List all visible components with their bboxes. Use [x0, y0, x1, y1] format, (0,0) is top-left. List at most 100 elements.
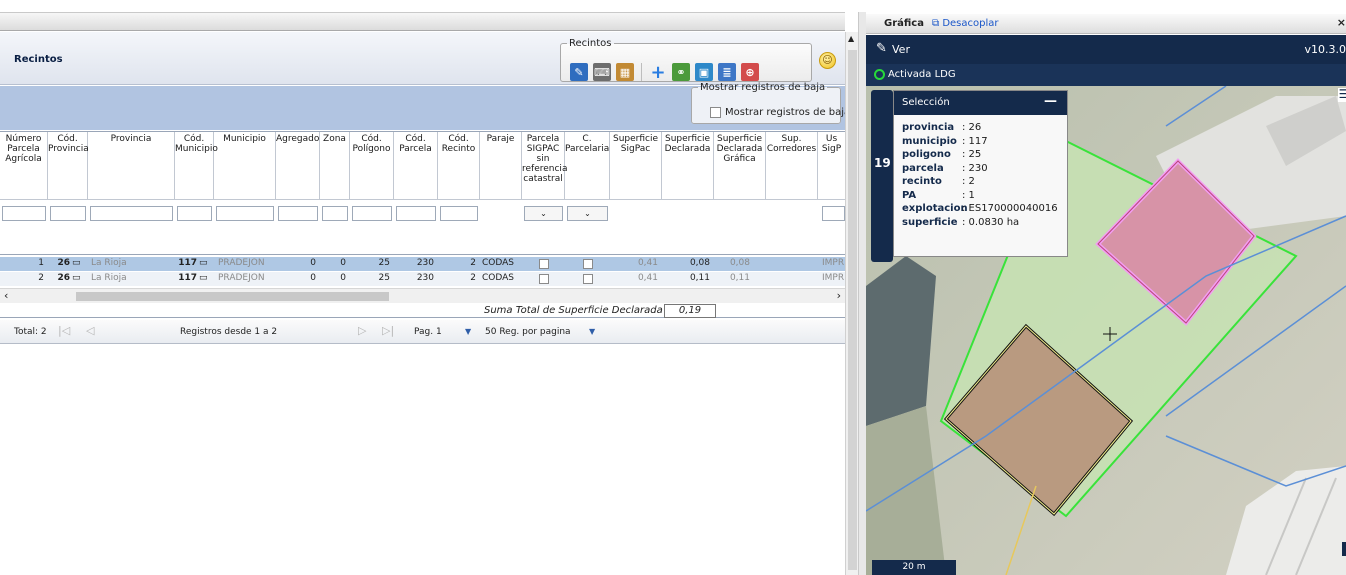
cell-parcela: 230 — [416, 258, 434, 268]
filter-poligono-input[interactable] — [352, 206, 392, 221]
side-tab-number: 19 — [874, 156, 891, 170]
grid-pager: Total: 2 |◁ ◁ Registros desde 1 a 2 ▷ ▷|… — [0, 320, 845, 344]
col-cod-parcela[interactable]: Cód. Parcela — [394, 132, 438, 200]
selection-panel: Selección — provincia: 26 municipio: 117… — [893, 90, 1068, 257]
filter-parcela-input[interactable] — [396, 206, 436, 221]
table-row[interactable]: 1 26 ▭ La Rioja 117 ▭ PRADEJON 0 0 25 23… — [0, 257, 845, 271]
col-cod-recinto[interactable]: Cód. Recinto — [438, 132, 480, 200]
filter-sigpac-select[interactable]: ⌄ — [524, 206, 563, 221]
map-menu-icon[interactable]: ☰ — [1338, 88, 1346, 102]
table-row[interactable]: 2 26 ▭ La Rioja 117 ▭ PRADEJON 0 0 25 23… — [0, 272, 845, 286]
last-page-icon[interactable]: ▷| — [382, 324, 394, 337]
scale-bar: 20 m — [872, 560, 956, 575]
sigpac-checkbox[interactable] — [539, 259, 549, 269]
cell-sup-sigpac: 0,41 — [637, 273, 658, 283]
add-icon[interactable]: + — [649, 62, 667, 83]
list-icon[interactable]: ≣ — [718, 63, 736, 81]
selection-header: Selección — — [894, 91, 1067, 115]
filter-recinto-input[interactable] — [440, 206, 478, 221]
col-zona[interactable]: Zona — [320, 132, 350, 200]
cell-cod-mun: 117 — [178, 273, 197, 283]
baja-checkbox[interactable] — [710, 106, 721, 118]
page-dropdown-icon[interactable]: ▼ — [465, 327, 471, 336]
mun-lookup-icon[interactable]: ▭ — [199, 273, 208, 283]
cell-sup-grafica: 0,08 — [729, 258, 750, 268]
edit-icon[interactable]: ✎ — [570, 63, 588, 81]
filter-provincia-input[interactable] — [90, 206, 173, 221]
ver-menu[interactable]: Ver — [892, 43, 910, 56]
prov-lookup-icon[interactable]: ▭ — [72, 273, 81, 283]
cell-sup-grafica: 0,11 — [729, 273, 750, 283]
col-superficie-sigpac[interactable]: Superficie SigPac — [610, 132, 662, 200]
col-parcela-sigpac[interactable]: Parcela SIGPAC sin referencia catastral — [522, 132, 567, 200]
scroll-right-icon[interactable]: › — [837, 289, 841, 302]
col-cod-poligono[interactable]: Cód. Polígono — [350, 132, 394, 200]
col-agregado[interactable]: Agregado — [276, 132, 320, 200]
cell-parcela: 230 — [416, 273, 434, 283]
panel-splitter[interactable] — [858, 12, 866, 575]
status-face-icon[interactable]: ☺ — [819, 52, 836, 69]
col-sup-corredores[interactable]: Sup. Corredores — [766, 132, 818, 200]
parcelaria-checkbox[interactable] — [583, 274, 593, 284]
toolbar-separator — [641, 63, 642, 81]
col-cod-municipio[interactable]: Cód. Municipio — [175, 132, 218, 200]
map-view[interactable]: 19 Selección — provincia: 26 municipio: … — [866, 86, 1346, 575]
selection-item: explotacion: ES170000040016 — [902, 203, 1058, 214]
cell-sup-declarada: 0,11 — [689, 273, 710, 283]
detach-label: Desacoplar — [942, 18, 999, 29]
building-shape — [866, 256, 936, 426]
keyboard-icon[interactable]: ⌨ — [593, 63, 611, 81]
zoom-icon[interactable]: ⊕ — [741, 63, 759, 81]
grid-horizontal-scrollbar[interactable]: ‹ › — [0, 288, 845, 303]
col-municipio[interactable]: Municipio — [214, 132, 276, 200]
col-superficie-declarada[interactable]: Superficie Declarada — [662, 132, 714, 200]
mun-lookup-icon[interactable]: ▭ — [199, 258, 208, 268]
scroll-up-icon[interactable]: ▲ — [848, 34, 854, 43]
map-edit-icon[interactable]: ▦ — [616, 63, 634, 81]
col-numero-parcela[interactable]: Número Parcela Agrícola — [0, 132, 48, 200]
col-uso-sigpac[interactable]: Us SigP — [818, 132, 845, 200]
filter-cod-municipio-input[interactable] — [177, 206, 212, 221]
filter-municipio-input[interactable] — [216, 206, 274, 221]
scroll-left-icon[interactable]: ‹ — [4, 289, 8, 302]
info-icon[interactable]: i — [1342, 542, 1346, 556]
filter-zona-input[interactable] — [322, 206, 348, 221]
filter-agregado-input[interactable] — [278, 206, 318, 221]
detach-link[interactable]: ⧉ Desacoplar — [932, 18, 999, 29]
first-page-icon[interactable]: |◁ — [58, 324, 70, 337]
grafica-title: Gráfica — [884, 18, 924, 29]
col-c-parcelaria[interactable]: C. Parcelaria — [565, 132, 610, 200]
cell-recinto: 2 — [470, 273, 476, 283]
filter-cod-provincia-input[interactable] — [50, 206, 86, 221]
cell-uso: IMPR — [822, 273, 845, 283]
vscroll-thumb[interactable] — [848, 50, 857, 570]
col-cod-provincia[interactable]: Cód. Provincia — [48, 132, 89, 200]
parcelaria-checkbox[interactable] — [583, 259, 593, 269]
per-page-select[interactable]: 50 Reg. por pagina — [485, 327, 571, 337]
col-superficie-grafica[interactable]: Superficie Declarada Gráfica — [714, 132, 766, 200]
filter-parcelaria-select[interactable]: ⌄ — [567, 206, 608, 221]
col-paraje[interactable]: Paraje — [480, 132, 522, 200]
picture-icon[interactable]: ▣ — [695, 63, 713, 81]
filter-uso-input[interactable] — [822, 206, 845, 221]
prev-page-icon[interactable]: ◁ — [86, 324, 94, 337]
side-tab[interactable]: 19 — [871, 90, 893, 262]
scroll-thumb[interactable] — [76, 292, 389, 301]
close-icon[interactable]: × — [1337, 16, 1346, 29]
grafica-panel: Gráfica ⧉ Desacoplar × ✎ Ver v10.3.0 Act… — [866, 0, 1346, 575]
per-page-dropdown-icon[interactable]: ▼ — [589, 327, 595, 336]
grid-header: Número Parcela Agrícola Cód. Provincia Prov… — [0, 131, 845, 200]
ldg-label: Activada LDG — [888, 69, 956, 80]
left-vertical-scrollbar[interactable]: ▲ — [845, 32, 858, 575]
sigpac-checkbox[interactable] — [539, 274, 549, 284]
minimize-icon[interactable]: — — [1044, 94, 1057, 109]
sum-value: 0,19 — [664, 304, 716, 318]
cell-cod-prov: 26 — [57, 273, 70, 283]
col-provincia[interactable]: Provincia — [88, 132, 175, 200]
pen-icon[interactable]: ✎ — [876, 41, 887, 56]
prov-lookup-icon[interactable]: ▭ — [72, 258, 81, 268]
next-page-icon[interactable]: ▷ — [358, 324, 366, 337]
link-icon[interactable]: ⚭ — [672, 63, 690, 81]
filter-numero-input[interactable] — [2, 206, 46, 221]
page-select[interactable]: Pag. 1 — [414, 327, 442, 337]
